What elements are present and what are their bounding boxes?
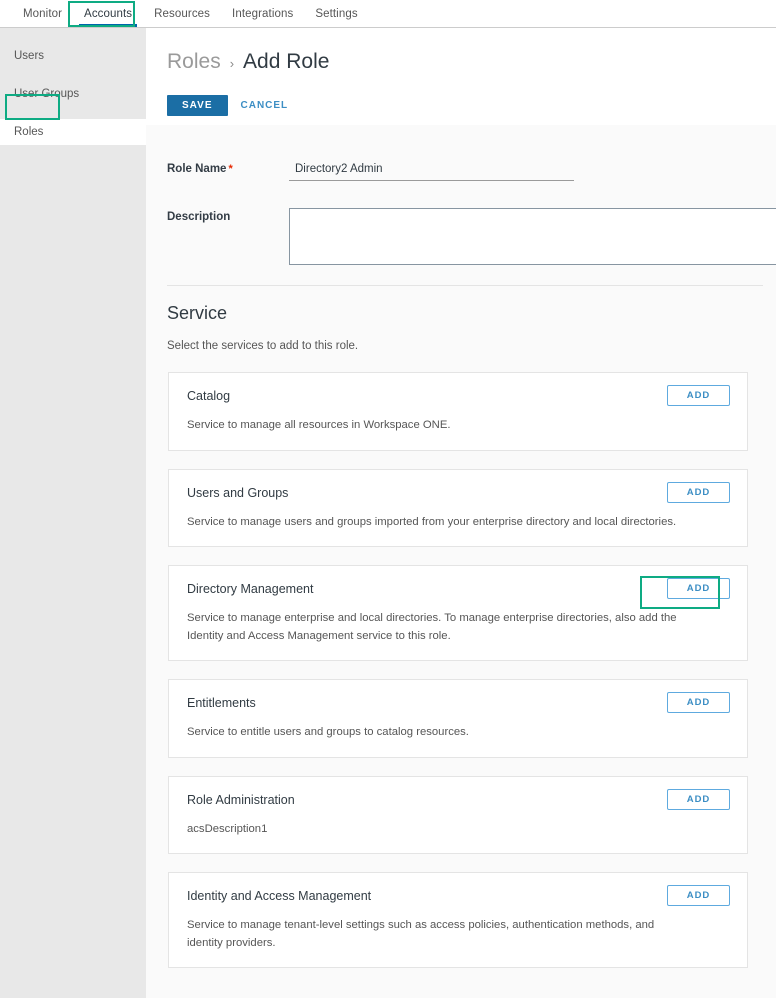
main-panel: Role Name* Description Service Select th… — [146, 125, 776, 998]
add-button-catalog[interactable]: ADD — [667, 385, 730, 406]
description-row: Description — [167, 208, 776, 265]
breadcrumb-parent-roles[interactable]: Roles — [167, 50, 221, 74]
nav-tab-settings[interactable]: Settings — [304, 0, 368, 27]
breadcrumb-separator-icon: › — [229, 56, 235, 71]
service-card-entitlements-title: Entitlements — [187, 696, 256, 710]
action-bar: SAVE CANCEL — [167, 95, 290, 116]
service-card-users-and-groups-description: Service to manage users and groups impor… — [187, 515, 677, 528]
service-card-role-administration-title: Role Administration — [187, 792, 295, 807]
sidebar-item-user-groups-label: User Groups — [14, 88, 80, 100]
sidebar-item-user-groups[interactable]: User Groups — [0, 81, 146, 107]
service-card-catalog-description: Service to manage all resources in Works… — [187, 419, 451, 431]
service-section-subtitle: Select the services to add to this role. — [167, 340, 359, 352]
breadcrumb: Roles › Add Role — [167, 50, 329, 74]
service-card-directory-management-description: Service to manage enterprise and local d… — [187, 612, 677, 642]
service-card-directory-management-title: Directory Management — [187, 582, 314, 596]
add-button-identity-and-access-management[interactable]: ADD — [667, 885, 730, 906]
top-nav-tabs: Monitor Accounts Resources Integrations … — [0, 0, 776, 27]
service-section-title: Service — [167, 303, 228, 323]
save-button[interactable]: SAVE — [167, 95, 228, 116]
cancel-button[interactable]: CANCEL — [239, 100, 291, 111]
sidebar-item-roles-label: Roles — [14, 126, 44, 138]
nav-tab-integrations-label: Integrations — [232, 7, 294, 20]
nav-tab-monitor[interactable]: Monitor — [12, 0, 73, 27]
description-textarea[interactable] — [289, 208, 776, 265]
service-card-directory-management: Directory Management ADD Service to mana… — [168, 565, 748, 661]
role-name-label-text: Role Name — [167, 163, 227, 175]
sidebar-item-users-label: Users — [14, 50, 45, 62]
nav-tab-accounts[interactable]: Accounts — [73, 0, 143, 27]
service-card-identity-and-access-management-title: Identity and Access Management — [187, 889, 372, 903]
sidebar-item-users[interactable]: Users — [0, 43, 146, 69]
service-card-role-administration-description: acsDescription1 — [187, 822, 268, 835]
add-button-users-and-groups[interactable]: ADD — [667, 481, 730, 503]
add-button-role-administration[interactable]: ADD — [667, 788, 730, 810]
sidebar-item-roles[interactable]: Roles — [0, 119, 146, 145]
nav-tab-monitor-label: Monitor — [23, 7, 63, 20]
service-cards-list: Catalog ADD Service to manage all resour… — [168, 372, 748, 986]
top-navigation-bar: Monitor Accounts Resources Integrations … — [0, 0, 776, 28]
sidebar: Users User Groups Roles — [0, 28, 146, 998]
service-card-catalog-title: Catalog — [187, 389, 231, 403]
nav-tab-accounts-label: Accounts — [84, 7, 133, 20]
service-card-users-and-groups-title: Users and Groups — [187, 485, 289, 500]
service-card-role-administration: Role Administration ADD acsDescription1 — [168, 775, 748, 854]
add-button-directory-management[interactable]: ADD — [667, 578, 730, 599]
service-card-users-and-groups: Users and Groups ADD Service to manage u… — [168, 468, 748, 547]
nav-tab-resources-label: Resources — [154, 7, 211, 20]
service-card-entitlements: Entitlements ADD Service to entitle user… — [168, 679, 748, 758]
service-card-identity-and-access-management: Identity and Access Management ADD Servi… — [168, 872, 748, 968]
nav-tab-integrations[interactable]: Integrations — [221, 0, 304, 27]
nav-tab-settings-label: Settings — [315, 7, 358, 20]
service-card-entitlements-description: Service to entitle users and groups to c… — [187, 726, 469, 738]
page-title: Add Role — [243, 50, 330, 73]
required-marker: * — [228, 163, 233, 175]
role-name-row: Role Name * — [167, 160, 574, 181]
service-card-catalog: Catalog ADD Service to manage all resour… — [168, 372, 748, 451]
role-name-input[interactable] — [289, 160, 574, 181]
nav-tab-resources[interactable]: Resources — [143, 0, 221, 27]
content-header: Roles › Add Role SAVE CANCEL — [146, 28, 776, 125]
service-card-identity-and-access-management-description: Service to manage tenant-level settings … — [187, 919, 655, 949]
description-label: Description — [167, 211, 231, 223]
section-divider — [167, 285, 763, 286]
role-name-label: Role Name * — [167, 160, 289, 175]
add-button-entitlements[interactable]: ADD — [667, 692, 730, 713]
